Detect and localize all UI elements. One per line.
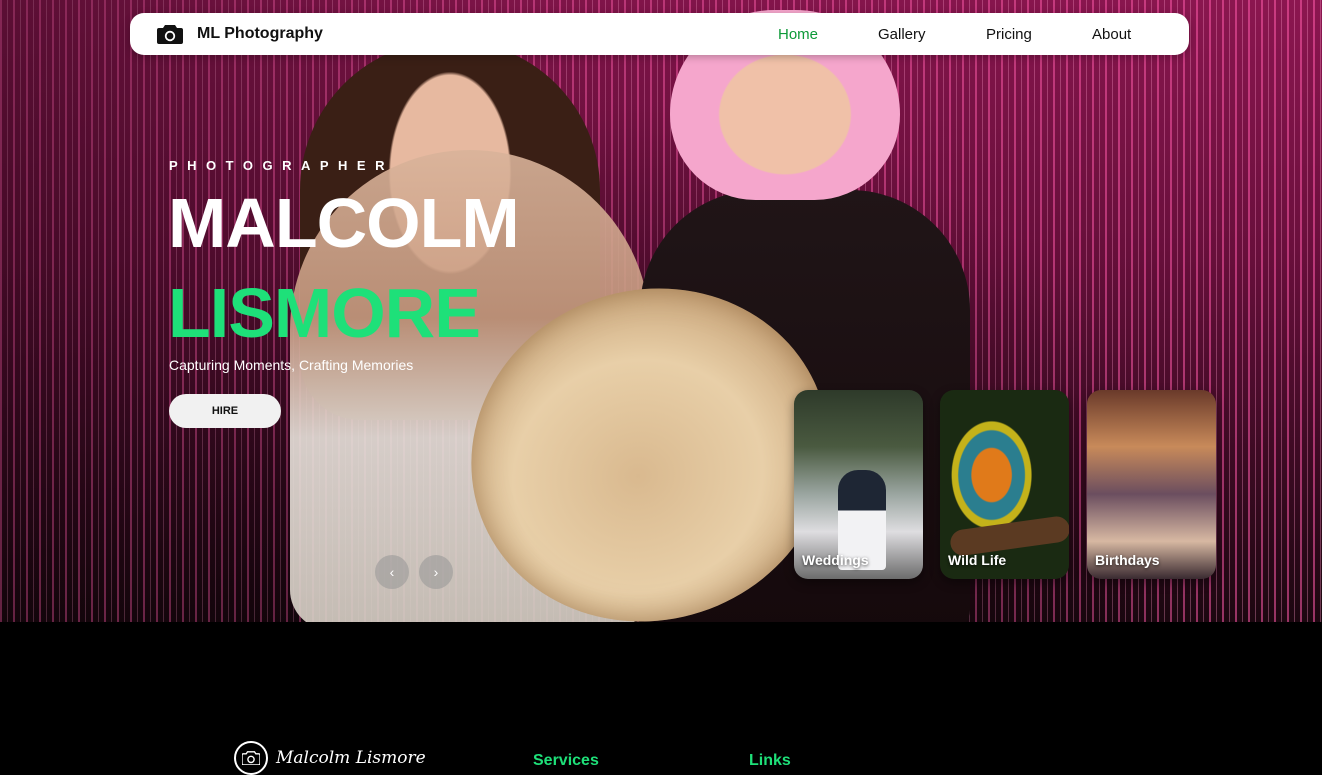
hero-last-name: LISMORE: [168, 274, 481, 352]
footer: [0, 622, 1322, 767]
chevron-right-icon: ›: [433, 564, 439, 580]
nav-link-pricing[interactable]: Pricing: [986, 26, 1032, 43]
category-card-weddings[interactable]: Weddings: [794, 390, 923, 579]
nav-links: Home Gallery Pricing About: [130, 13, 1189, 55]
top-navbar: ML Photography Home Gallery Pricing Abou…: [130, 13, 1189, 55]
hero-eyebrow: PHOTOGRAPHER: [169, 158, 394, 173]
carousel-prev-button[interactable]: ‹: [375, 555, 409, 589]
carousel-next-button[interactable]: ›: [419, 555, 453, 589]
nav-link-gallery[interactable]: Gallery: [878, 26, 926, 43]
hire-button[interactable]: HIRE: [169, 394, 281, 428]
footer-brand-name: Malcolm Lismore: [276, 748, 426, 768]
category-label: Wild Life: [948, 552, 1007, 568]
chevron-left-icon: ‹: [389, 564, 395, 580]
category-label: Birthdays: [1095, 552, 1160, 568]
category-label: Weddings: [802, 552, 869, 568]
footer-brand[interactable]: Malcolm Lismore: [234, 741, 426, 775]
hero-first-name: MALCOLM: [168, 184, 520, 262]
category-card-wild-life[interactable]: Wild Life: [940, 390, 1069, 579]
nav-link-home[interactable]: Home: [778, 26, 818, 43]
nav-link-about[interactable]: About: [1092, 26, 1131, 43]
category-card-birthdays[interactable]: Birthdays: [1087, 390, 1216, 579]
hero-tagline: Capturing Moments, Crafting Memories: [169, 357, 414, 373]
footer-links-heading: Links: [749, 752, 791, 769]
camera-icon: [234, 741, 268, 775]
footer-services-heading: Services: [533, 752, 599, 769]
